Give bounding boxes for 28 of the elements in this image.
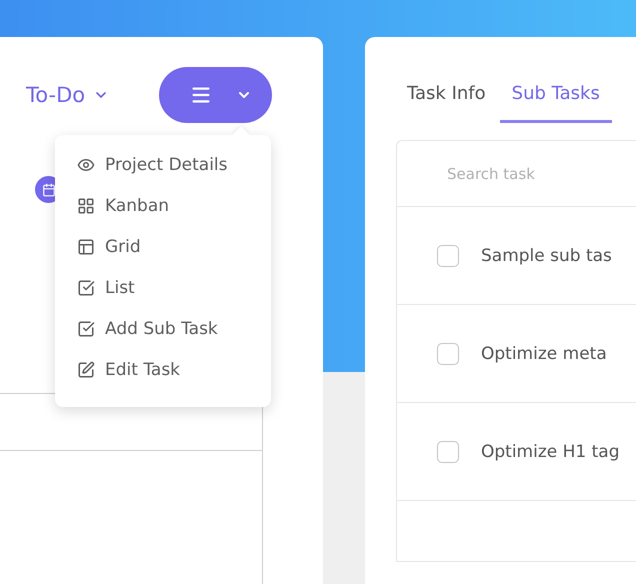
checkbox[interactable]: [437, 440, 459, 462]
grid-icon: [77, 197, 95, 215]
eye-icon: [77, 156, 95, 174]
menu-item-label: Project Details: [105, 155, 228, 175]
search-field[interactable]: Search task: [397, 141, 636, 207]
checkbox[interactable]: [437, 342, 459, 364]
subtask-title: Optimize H1 tag: [481, 442, 620, 462]
subtask-title: Optimize meta: [481, 344, 607, 364]
menu-item[interactable]: Grid: [77, 235, 271, 259]
menu-item[interactable]: Project Details: [77, 153, 271, 177]
menu-item[interactable]: Edit Task: [77, 358, 271, 382]
checkbox[interactable]: [437, 244, 459, 266]
edit-icon: [77, 361, 95, 379]
subtask-title: Sample sub tas: [481, 246, 612, 266]
menu-item[interactable]: List: [77, 276, 271, 300]
menu-item-label: Grid: [105, 237, 141, 257]
checkbox-icon: [77, 279, 95, 297]
tab[interactable]: Task Info: [395, 70, 498, 123]
menu-item[interactable]: Add Sub Task: [77, 317, 271, 341]
tab[interactable]: Sub Tasks: [500, 70, 612, 123]
menu-item[interactable]: Kanban: [77, 194, 271, 218]
checkbox-icon: [77, 320, 95, 338]
menu-item-label: Kanban: [105, 196, 170, 216]
menu-item-label: List: [105, 278, 135, 298]
menu-item-label: Add Sub Task: [105, 319, 218, 339]
layout-icon: [77, 238, 95, 256]
status-dropdown[interactable]: To-Do: [26, 83, 110, 107]
menu-item-label: Edit Task: [105, 360, 180, 380]
